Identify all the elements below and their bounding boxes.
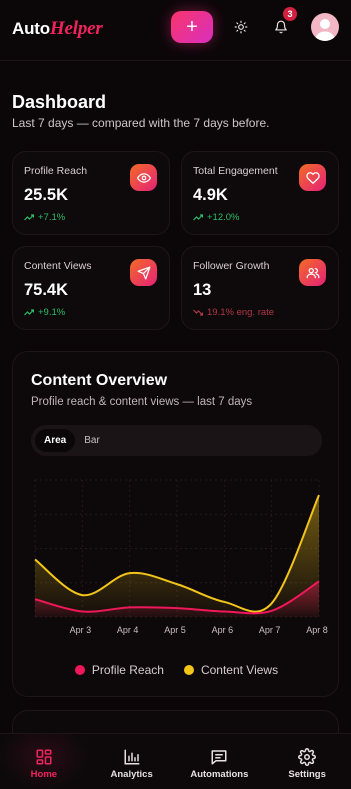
stat-value: 13 bbox=[193, 281, 212, 299]
content-overview-card: Content Overview Profile reach & content… bbox=[12, 351, 339, 697]
stat-label: Follower Growth bbox=[193, 260, 270, 272]
nav-label: Analytics bbox=[110, 769, 153, 780]
nav-label: Settings bbox=[288, 769, 326, 780]
stat-card-profile-reach[interactable]: Profile Reach 25.5K +7.1% bbox=[12, 151, 170, 235]
brand-name-part1: Auto bbox=[12, 19, 50, 38]
legend-label: Profile Reach bbox=[91, 663, 164, 677]
stat-value: 75.4K bbox=[24, 281, 69, 299]
legend-label: Content Views bbox=[200, 663, 279, 677]
stat-delta-text: +9.1% bbox=[38, 307, 66, 318]
stat-delta-text: +7.1% bbox=[38, 212, 66, 223]
brand-logo[interactable]: AutoHelper bbox=[12, 18, 103, 40]
create-button[interactable]: + bbox=[171, 11, 213, 43]
gear-icon bbox=[298, 748, 317, 766]
stat-card-content-views[interactable]: Content Views 75.4K +9.1% bbox=[12, 246, 170, 330]
x-tick-label: Apr 7 bbox=[259, 625, 281, 635]
x-tick-label: Apr 3 bbox=[70, 625, 92, 635]
x-tick-label: Apr 4 bbox=[117, 625, 139, 635]
stat-card-follower-growth[interactable]: Follower Growth 13 19.1% eng. rate bbox=[181, 246, 339, 330]
stat-label: Profile Reach bbox=[24, 165, 88, 177]
nav-item-home[interactable]: Home bbox=[0, 734, 88, 789]
send-icon bbox=[130, 259, 157, 286]
x-tick-label: Apr 5 bbox=[164, 625, 186, 635]
nav-item-automations[interactable]: Automations bbox=[176, 734, 264, 789]
nav-item-settings[interactable]: Settings bbox=[263, 734, 351, 789]
content-overview-chart: Apr 3 Apr 4 Apr 5 Apr 6 Apr 7 Apr 8 bbox=[34, 479, 328, 635]
home-icon bbox=[36, 749, 52, 765]
chart-legend: Profile Reach Content Views bbox=[13, 663, 340, 677]
stat-delta: +9.1% bbox=[24, 307, 65, 318]
theme-toggle-button[interactable] bbox=[223, 11, 259, 43]
bell-icon bbox=[275, 20, 287, 34]
stat-delta: +7.1% bbox=[24, 212, 65, 223]
stat-card-total-engagement[interactable]: Total Engagement 4.9K +12.0% bbox=[181, 151, 339, 235]
trend-down-icon bbox=[193, 309, 203, 316]
eye-icon bbox=[130, 164, 157, 191]
stat-label: Content Views bbox=[24, 260, 92, 272]
stat-delta-text: 19.1% eng. rate bbox=[207, 307, 275, 318]
stat-delta-text: +12.0% bbox=[207, 212, 240, 223]
x-tick-label: Apr 8 bbox=[306, 625, 328, 635]
app-header: AutoHelper + 3 bbox=[0, 0, 351, 58]
avatar[interactable] bbox=[311, 13, 339, 41]
nav-label: Home bbox=[30, 769, 58, 780]
legend-swatch bbox=[183, 665, 194, 675]
user-avatar-icon bbox=[315, 19, 335, 41]
header-divider bbox=[0, 60, 351, 61]
page-title: Dashboard bbox=[12, 92, 107, 112]
page-subtitle: Last 7 days — compared with the 7 days b… bbox=[12, 116, 270, 130]
stat-label: Total Engagement bbox=[193, 165, 278, 177]
stat-value: 4.9K bbox=[193, 186, 228, 204]
stat-value: 25.5K bbox=[24, 186, 69, 204]
users-icon bbox=[299, 259, 326, 286]
bottom-nav: Home Analytics Automations Settings bbox=[0, 733, 351, 789]
stat-delta: 19.1% eng. rate bbox=[193, 307, 274, 318]
trend-up-icon bbox=[24, 214, 34, 221]
bar-chart-icon bbox=[124, 749, 140, 765]
brand-name-part2: Helper bbox=[49, 18, 103, 39]
heart-icon bbox=[299, 164, 326, 191]
x-tick-label: Apr 6 bbox=[212, 625, 234, 635]
trend-up-icon bbox=[193, 214, 203, 221]
trend-up-icon bbox=[24, 309, 34, 316]
message-icon bbox=[211, 750, 227, 765]
stat-delta: +12.0% bbox=[193, 212, 240, 223]
nav-item-analytics[interactable]: Analytics bbox=[88, 734, 176, 789]
sun-icon bbox=[234, 20, 248, 34]
notifications-button[interactable]: 3 bbox=[263, 7, 299, 43]
legend-item-profile-reach[interactable]: Profile Reach bbox=[74, 663, 164, 677]
legend-swatch bbox=[74, 665, 85, 675]
legend-item-content-views[interactable]: Content Views bbox=[183, 663, 279, 677]
nav-label: Automations bbox=[190, 769, 249, 780]
notification-badge: 3 bbox=[283, 7, 297, 21]
